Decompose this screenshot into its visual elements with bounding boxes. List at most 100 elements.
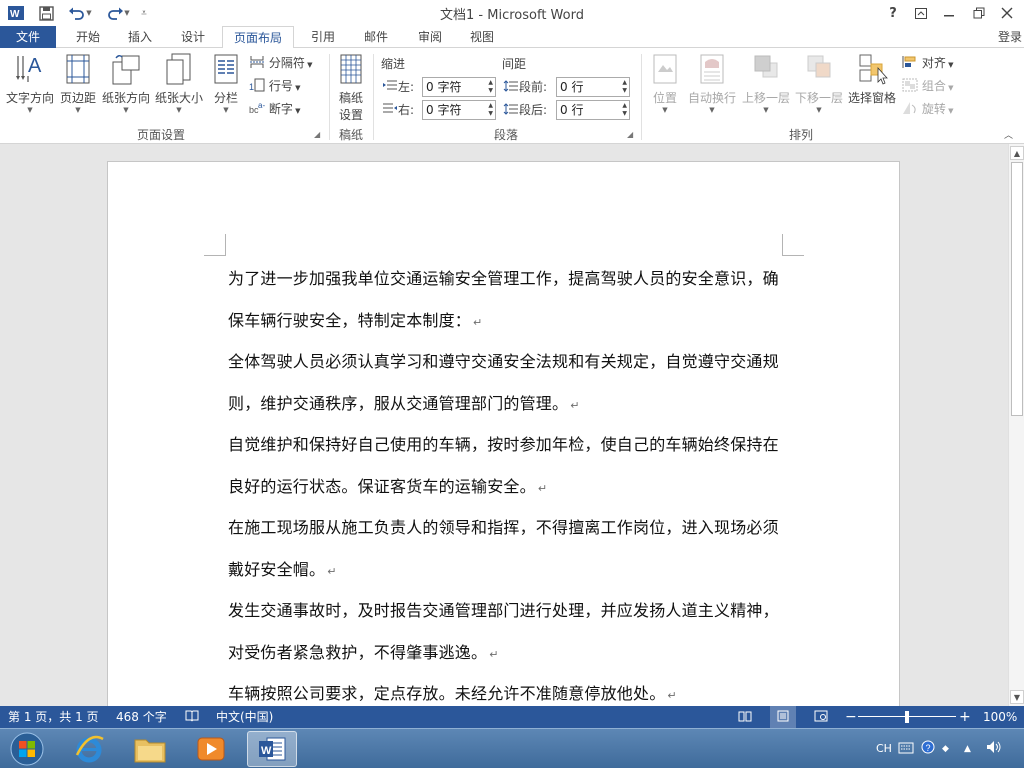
document-page[interactable]: 为了进一步加强我单位交通运输安全管理工作，提高驾驶人员的安全意识，确保车辆行驶安… bbox=[107, 161, 900, 706]
spinner-arrows-icon[interactable]: ▲ ▼ bbox=[488, 102, 493, 118]
hyphenation-icon: bc a- bbox=[249, 101, 265, 115]
text-direction-label: 文字方向 bbox=[5, 91, 54, 105]
tab-mailings[interactable]: 邮件 bbox=[354, 26, 398, 48]
hyphenation-label: 断字 bbox=[268, 102, 293, 116]
read-mode-icon[interactable] bbox=[738, 706, 752, 728]
bring-forward-label: 上移一层 bbox=[741, 91, 790, 105]
rotate-button[interactable]: 旋转 ▼ bbox=[902, 99, 953, 119]
language-indicator[interactable]: 中文(中国) bbox=[216, 706, 273, 728]
paragraph-2[interactable]: 全体驾驶人员必须认真学习和遵守交通安全法规和有关规定，自觉遵守交通规则，维护交通… bbox=[228, 341, 788, 426]
paper-size-button[interactable]: 纸张大小 ▼ bbox=[153, 52, 205, 114]
spacing-before-value: 0 行 bbox=[560, 80, 584, 94]
indent-left-value: 0 字符 bbox=[426, 80, 462, 94]
tab-references[interactable]: 引用 bbox=[301, 26, 345, 48]
volume-icon[interactable] bbox=[986, 729, 1002, 768]
svg-text:1: 1 bbox=[249, 82, 254, 92]
spacing-before-input[interactable]: 0 行 ▲ ▼ bbox=[556, 77, 630, 97]
keyboard-icon[interactable] bbox=[898, 729, 914, 768]
tab-file[interactable]: 文件 bbox=[0, 26, 56, 48]
tab-home[interactable]: 开始 bbox=[66, 26, 110, 48]
group-separator bbox=[641, 54, 642, 140]
columns-button[interactable]: 分栏 ▼ bbox=[208, 52, 244, 114]
line-numbers-icon: 1 bbox=[249, 78, 265, 92]
help-circle-icon[interactable]: ? bbox=[921, 729, 935, 768]
paragraph-mark: ↵ bbox=[570, 398, 580, 412]
align-button[interactable]: 对齐 ▼ bbox=[902, 53, 953, 73]
internet-explorer-icon[interactable] bbox=[64, 731, 114, 767]
orientation-icon bbox=[112, 55, 140, 85]
media-player-icon[interactable] bbox=[186, 731, 236, 767]
spinner-arrows-icon[interactable]: ▲ ▼ bbox=[622, 79, 627, 95]
collapse-ribbon-icon[interactable]: ︿ bbox=[1004, 128, 1013, 141]
file-explorer-icon[interactable] bbox=[125, 731, 175, 767]
web-layout-icon[interactable] bbox=[814, 706, 828, 728]
hyphenation-button[interactable]: bc a- 断字 ▼ bbox=[249, 99, 300, 119]
group-button[interactable]: 组合 ▼ bbox=[902, 76, 953, 96]
restore-icon[interactable] bbox=[966, 2, 992, 24]
margin-corner-mark bbox=[204, 234, 226, 256]
selection-pane-button[interactable]: 选择窗格 bbox=[846, 52, 898, 106]
tab-page-layout[interactable]: 页面布局 bbox=[222, 26, 294, 49]
proofing-icon[interactable] bbox=[185, 706, 199, 728]
zoom-in-icon[interactable]: + bbox=[959, 706, 971, 728]
taskbar-word-icon[interactable]: W bbox=[247, 731, 297, 767]
document-area[interactable]: 为了进一步加强我单位交通运输安全管理工作，提高驾驶人员的安全意识，确保车辆行驶安… bbox=[0, 144, 1008, 706]
svg-text:W: W bbox=[261, 745, 272, 757]
bring-forward-button[interactable]: 上移一层 ▼ bbox=[740, 52, 792, 114]
draft-group-label: 稿纸 bbox=[338, 128, 363, 142]
close-icon[interactable] bbox=[994, 2, 1020, 24]
page-setup-launcher-icon[interactable]: ◢ bbox=[314, 130, 320, 139]
group-icon bbox=[902, 78, 918, 92]
help-button[interactable]: ? bbox=[880, 2, 906, 24]
minimize-icon[interactable] bbox=[936, 2, 962, 24]
indent-right-input[interactable]: 0 字符 ▲ ▼ bbox=[422, 100, 496, 120]
word-count[interactable]: 468 个字 bbox=[116, 706, 167, 728]
tab-design[interactable]: 设计 bbox=[171, 26, 215, 48]
show-hidden-icons-icon[interactable]: ▲ bbox=[964, 729, 971, 768]
spinner-arrows-icon[interactable]: ▲ ▼ bbox=[488, 79, 493, 95]
zoom-out-icon[interactable]: − bbox=[845, 706, 857, 728]
send-backward-button[interactable]: 下移一层 ▼ bbox=[793, 52, 845, 114]
paragraph-6[interactable]: 车辆按照公司要求，定点存放。未经允许不准随意停放他处。 ↵ bbox=[228, 673, 788, 706]
draft-settings-button[interactable]: 稿纸 设置 bbox=[334, 52, 368, 123]
wrap-text-button[interactable]: 自动换行 ▼ bbox=[686, 52, 738, 114]
paragraph-mark: ↵ bbox=[327, 564, 337, 578]
scrollbar-thumb[interactable] bbox=[1011, 162, 1023, 416]
margins-button[interactable]: 页边距 ▼ bbox=[58, 52, 98, 114]
start-button-icon[interactable] bbox=[2, 731, 52, 767]
breaks-button[interactable]: 分隔符 ▼ bbox=[249, 53, 312, 73]
window-title: 文档1 - Microsoft Word bbox=[440, 8, 584, 23]
paragraph-launcher-icon[interactable]: ◢ bbox=[627, 130, 633, 139]
tab-insert[interactable]: 插入 bbox=[118, 26, 162, 48]
text-direction-icon: A bbox=[16, 55, 42, 82]
zoom-slider-thumb[interactable] bbox=[905, 711, 909, 723]
line-numbers-button[interactable]: 1 行号 ▼ bbox=[249, 76, 300, 96]
spacing-before-icon bbox=[503, 80, 518, 92]
spinner-arrows-icon[interactable]: ▲ ▼ bbox=[622, 102, 627, 118]
tray-more-icon[interactable]: ◆ bbox=[942, 729, 949, 768]
ime-indicator[interactable]: CH bbox=[876, 729, 892, 768]
scroll-down-icon[interactable]: ▼ bbox=[1010, 690, 1024, 704]
orientation-button[interactable]: 纸张方向 ▼ bbox=[100, 52, 152, 114]
page-info[interactable]: 第 1 页，共 1 页 bbox=[8, 706, 99, 728]
spacing-after-input[interactable]: 0 行 ▲ ▼ bbox=[556, 100, 630, 120]
ribbon-display-options-icon[interactable] bbox=[908, 2, 934, 24]
margin-corner-mark bbox=[782, 234, 804, 256]
paragraph-4[interactable]: 在施工现场服从施工负责人的领导和指挥，不得擅离工作岗位，进入现场必须戴好安全帽。… bbox=[228, 507, 788, 592]
text-direction-button[interactable]: A 文字方向 ▼ bbox=[4, 52, 56, 114]
position-button[interactable]: 位置 ▼ bbox=[646, 52, 684, 114]
indent-left-input[interactable]: 0 字符 ▲ ▼ bbox=[422, 77, 496, 97]
login-link[interactable]: 登录 bbox=[998, 26, 1022, 48]
zoom-level[interactable]: 100% bbox=[983, 706, 1017, 728]
print-layout-icon[interactable] bbox=[770, 706, 796, 728]
vertical-scrollbar[interactable]: ▲ ▼ bbox=[1008, 144, 1024, 706]
paragraph-3[interactable]: 自觉维护和保持好自己使用的车辆，按时参加年检，使自己的车辆始终保持在良好的运行状… bbox=[228, 424, 788, 509]
scroll-up-icon[interactable]: ▲ bbox=[1010, 146, 1024, 160]
bring-forward-icon bbox=[754, 55, 778, 78]
tab-review[interactable]: 审阅 bbox=[408, 26, 452, 48]
paragraph-5[interactable]: 发生交通事故时，及时报告交通管理部门进行处理，并应发扬人道主义精神，对受伤者紧急… bbox=[228, 590, 788, 675]
tab-view[interactable]: 视图 bbox=[460, 26, 504, 48]
indent-right-icon bbox=[383, 103, 397, 113]
indent-right-label: 右: bbox=[382, 100, 414, 120]
paragraph-1[interactable]: 为了进一步加强我单位交通运输安全管理工作，提高驾驶人员的安全意识，确保车辆行驶安… bbox=[228, 258, 788, 343]
